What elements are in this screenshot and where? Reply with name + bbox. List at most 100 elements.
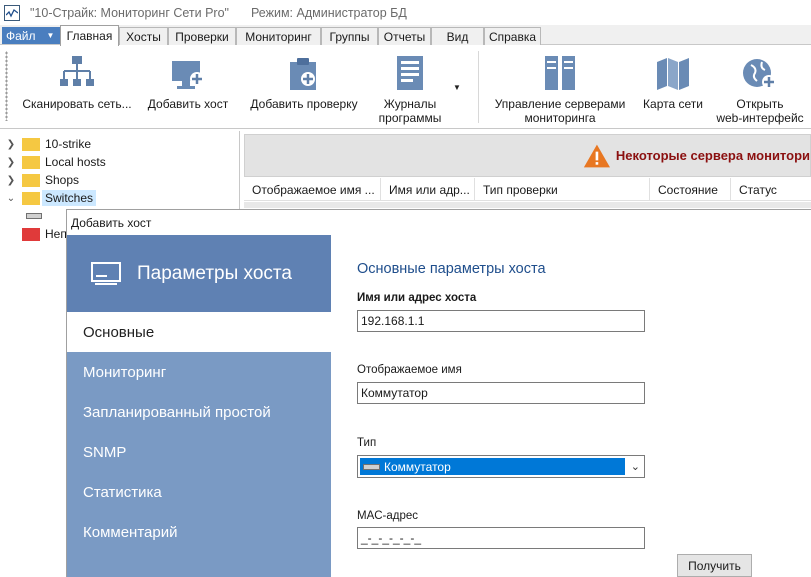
tab-file-label: Файл — [6, 28, 36, 43]
open-web-interface-label-line2: web-интерфейс — [716, 111, 804, 125]
column-display-name[interactable]: Отображаемое имя ... — [244, 178, 381, 201]
column-check-type[interactable]: Тип проверки — [475, 178, 650, 201]
tab-monitoring[interactable]: Мониторинг — [236, 27, 321, 45]
app-icon — [4, 4, 20, 21]
mac-address-label: MAC-адрес — [357, 510, 419, 522]
tree-item-selected[interactable]: ⌄ Switches — [0, 189, 240, 207]
switch-icon — [363, 463, 380, 470]
monitor-icon — [91, 261, 121, 285]
nav-monitoring[interactable]: Мониторинг — [67, 352, 331, 392]
tab-checks[interactable]: Проверки — [168, 27, 236, 45]
chevron-right-icon[interactable]: ❯ — [0, 157, 22, 168]
manage-servers-label-line1: Управление серверами — [494, 97, 626, 111]
nav-statistics[interactable]: Статистика — [67, 472, 331, 512]
tree-item[interactable]: ❯ Shops — [0, 171, 240, 189]
tab-hosts[interactable]: Хосты — [119, 27, 168, 45]
tree-item-label: 10-strike — [45, 137, 92, 151]
warning-text: Некоторые сервера монитори — [615, 148, 810, 163]
ribbon-toolbar: Сканировать сеть... Добавить хост Добави… — [0, 45, 811, 129]
open-web-interface-label-line1: Открыть — [736, 97, 784, 111]
host-type-value: Коммутатор — [384, 459, 451, 474]
chevron-right-icon[interactable]: ❯ — [0, 175, 22, 186]
manage-servers-label: Управление серверами мониторинга — [495, 97, 626, 125]
tab-help[interactable]: Справка — [484, 27, 541, 45]
form-title: Основные параметры хоста — [357, 261, 546, 277]
scan-network-button[interactable]: Сканировать сеть... — [20, 45, 134, 129]
open-web-interface-label: Открыть web-интерфейс — [716, 97, 803, 125]
checks-table-header: Отображаемое имя ... Имя или адр... Тип … — [244, 178, 811, 201]
title-bar: "10-Страйк: Мониторинг Сети Pro" Режим: … — [0, 0, 811, 25]
add-host-button[interactable]: Добавить хост — [143, 45, 233, 129]
tree-item-label: Shops — [45, 173, 80, 187]
host-type-selected: Коммутатор — [360, 458, 625, 475]
logs-icon — [396, 45, 424, 91]
tree-item[interactable]: ❯ 10-strike — [0, 135, 240, 153]
warning-icon — [583, 144, 611, 167]
dialog-title: Добавить хост — [71, 215, 152, 230]
scan-network-icon — [60, 45, 94, 91]
folder-icon — [22, 137, 40, 151]
program-logs-button[interactable]: Журналы программы — [372, 45, 448, 129]
folder-icon — [22, 227, 40, 241]
folder-icon — [22, 191, 40, 205]
dialog-sidebar: Параметры хоста Основные Мониторинг Запл… — [67, 235, 331, 577]
add-check-icon — [289, 45, 319, 91]
column-state[interactable]: Состояние — [650, 178, 731, 201]
switch-icon — [26, 213, 42, 219]
host-params-form: Основные параметры хоста Имя или адрес х… — [357, 235, 807, 577]
tab-view[interactable]: Вид — [431, 27, 484, 45]
tab-reports[interactable]: Отчеты — [378, 27, 431, 45]
nav-scheduled-downtime[interactable]: Запланированный простой — [67, 392, 331, 432]
chevron-right-icon[interactable]: ❯ — [0, 139, 22, 150]
program-logs-label-line1: Журналы — [383, 97, 437, 111]
host-type-select[interactable]: Коммутатор ⌄ — [357, 455, 645, 478]
tab-groups[interactable]: Группы — [321, 27, 378, 45]
dialog-title-bar: Добавить хост — [67, 210, 811, 235]
toolbar-grip[interactable] — [5, 51, 8, 121]
tree-item-label: Switches — [42, 190, 97, 206]
chevron-down-icon: ▼ — [46, 31, 55, 40]
network-map-icon — [656, 45, 690, 91]
program-logs-label: Журналы программы — [379, 97, 442, 125]
add-host-icon — [171, 45, 205, 91]
add-host-dialog: Добавить хост Параметры хоста Основные М… — [66, 209, 811, 577]
add-check-button[interactable]: Добавить проверку — [246, 45, 362, 129]
host-address-label: Имя или адрес хоста — [357, 292, 477, 304]
nav-general[interactable]: Основные — [67, 312, 331, 352]
column-host-address[interactable]: Имя или адр... — [381, 178, 475, 201]
display-name-input[interactable]: Коммутатор — [357, 382, 645, 404]
network-map-button[interactable]: Карта сети — [638, 45, 708, 129]
manage-servers-button[interactable]: Управление серверами мониторинга — [490, 45, 630, 129]
web-interface-icon — [742, 45, 778, 91]
ribbon-tab-bar: Файл ▼ Главная Хосты Проверки Мониторинг… — [0, 25, 811, 46]
nav-comment[interactable]: Комментарий — [67, 512, 331, 552]
open-web-interface-button[interactable]: Открыть web-интерфейс — [712, 45, 808, 129]
host-address-input[interactable]: 192.168.1.1 — [357, 310, 645, 332]
mac-address-input[interactable]: _-_-_-_-_-_ — [357, 527, 645, 549]
sidebar-title: Параметры хоста — [137, 262, 292, 284]
tree-item-label: Неп — [45, 227, 67, 241]
warning-banner: Некоторые сервера монитори — [244, 134, 811, 177]
table-row[interactable] — [244, 202, 811, 208]
sidebar-header: Параметры хоста — [67, 235, 331, 312]
network-map-label: Карта сети — [643, 97, 703, 111]
nav-snmp[interactable]: SNMP — [67, 432, 331, 472]
tab-home[interactable]: Главная — [60, 25, 119, 46]
chevron-down-icon[interactable]: ⌄ — [0, 193, 22, 204]
column-status[interactable]: Статус — [731, 178, 811, 201]
display-name-label: Отображаемое имя — [357, 364, 462, 376]
servers-icon — [543, 45, 577, 91]
logs-dropdown-chevron-down-icon[interactable]: ▼ — [453, 83, 461, 92]
manage-servers-label-line2: мониторинга — [524, 111, 596, 125]
tab-file[interactable]: Файл ▼ — [2, 27, 62, 44]
chevron-down-icon[interactable]: ⌄ — [631, 460, 640, 473]
scan-network-label: Сканировать сеть... — [22, 97, 132, 111]
folder-icon — [22, 173, 40, 187]
get-mac-button[interactable]: Получить — [677, 554, 752, 577]
window-title: "10-Страйк: Мониторинг Сети Pro" — [30, 5, 229, 20]
tree-item-label: Local hosts — [45, 155, 106, 169]
program-logs-label-line2: программы — [378, 111, 442, 125]
tree-item[interactable]: ❯ Local hosts — [0, 153, 240, 171]
folder-icon — [22, 155, 40, 169]
ribbon-separator — [478, 51, 479, 123]
